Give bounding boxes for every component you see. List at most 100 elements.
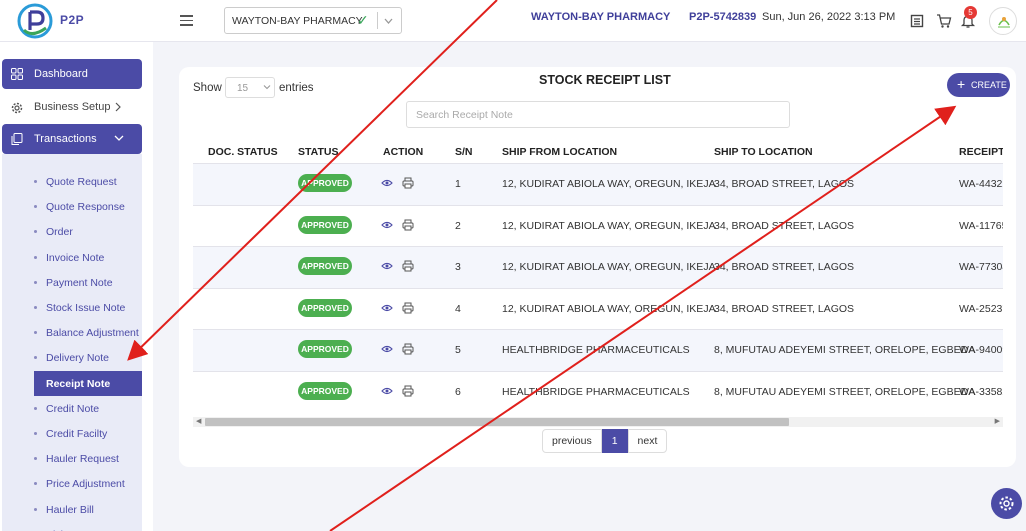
sidebar-item-order[interactable]: Order [2,219,142,244]
table-row[interactable]: APPROVED 6 HEALTHBRIDGE PHARMACEUTICALS 8, … [193,370,1003,413]
print-icon[interactable] [402,177,414,189]
sidebar-item-label: Business Setup [34,101,111,113]
sidebar-item-quote-response[interactable]: Quote Response [2,194,142,219]
table-row[interactable]: APPROVED 4 12, KUDIRAT ABIOLA WAY, OREGUN,… [193,287,1003,330]
sidebar-item-price-adjustment[interactable]: Price Adjustment [2,471,142,496]
column-header[interactable]: STATUS [298,146,338,158]
entries-label: entries [279,82,314,94]
sn-cell: 2 [455,219,461,232]
receipt-number-cell: WA-77304 [959,261,1003,273]
eye-icon[interactable] [381,302,393,314]
stock-receipt-card: Show 15 entries STOCK RECEIPT LIST + CRE… [179,67,1016,467]
sn-cell: 6 [455,385,461,398]
print-icon[interactable] [402,219,414,231]
account-code: P2P-5742839 [689,11,757,23]
sidebar-item-label: Credit Facilty [46,428,108,440]
gear-icon [999,496,1014,511]
table-row[interactable]: APPROVED 3 12, KUDIRAT ABIOLA WAY, OREGUN,… [193,246,1003,288]
sidebar-item-label: Transactions [34,133,97,145]
cart-icon[interactable] [936,13,952,29]
print-icon[interactable] [402,343,414,355]
ship-from-cell: 12, KUDIRAT ABIOLA WAY, OREGUN, IKEJA [502,302,716,315]
sidebar-item-balance-adjustment[interactable]: Balance Adjustment [2,320,142,345]
sn-cell: 5 [455,344,461,356]
ship-to-cell: 8, MUFUTAU ADEYEMI STREET, ORELOPE, EGBE… [714,385,976,398]
sidebar-item-business-setup[interactable]: Business Setup [2,92,142,122]
horizontal-scrollbar[interactable]: ◀ ▶ [193,417,1003,427]
sn-cell: 3 [455,261,461,273]
pharmacy-name: WAYTON-BAY PHARMACY [531,11,671,23]
sidebar-item-stock-issue-note[interactable]: Stock Issue Note [2,295,142,320]
chevron-right-icon [115,102,121,112]
bullet-icon [34,306,37,309]
eye-icon[interactable] [381,177,393,189]
sidebar-item-quote-request[interactable]: Quote Request [2,169,142,194]
scrollbar-thumb[interactable] [205,418,789,426]
receipt-number-cell: WA-33582 [959,385,1003,398]
sidebar-item-dashboard[interactable]: Dashboard [2,59,142,89]
print-icon[interactable] [402,302,414,314]
ship-to-cell: 8, MUFUTAU ADEYEMI STREET, ORELOPE, EGBE… [714,344,976,356]
entries-length-select[interactable]: 15 [225,77,275,98]
sidebar-item-hauler-bill[interactable]: Hauler Bill [2,497,142,522]
sidebar-item-hauler-request[interactable]: Hauler Request [2,446,142,471]
status-badge: APPROVED [298,298,352,317]
table-row[interactable]: APPROVED 5 HEALTHBRIDGE PHARMACEUTICALS 8, … [193,329,1003,371]
create-button-label: CREATE [971,80,1007,90]
bullet-icon [34,356,37,360]
search-input[interactable] [406,101,790,128]
column-header[interactable]: SHIP FROM LOCATION [502,146,617,158]
select-separator [377,12,378,29]
column-header[interactable]: ACTION [383,146,423,158]
avatar[interactable] [989,7,1017,35]
print-icon[interactable] [402,385,414,397]
chevron-down-icon[interactable] [383,16,394,26]
column-header[interactable]: RECEIPT N [959,146,1003,158]
eye-icon[interactable] [381,219,393,231]
sidebar-item-payment-note[interactable]: Payment Note [2,270,142,295]
sidebar-item-label: Quote Response [46,201,125,214]
sidebar-item-receipt-note[interactable]: Receipt Note [34,370,142,396]
sidebar-item-transactions[interactable]: Transactions [2,124,142,154]
receipt-number-cell: WA-25237 [959,302,1003,315]
scroll-left-icon[interactable]: ◀ [196,417,201,425]
sidebar-item-invoice-note[interactable]: Invoice Note [2,245,142,270]
bullet-icon [34,180,37,183]
document-list-icon[interactable] [909,13,925,29]
table-row[interactable]: APPROVED 2 12, KUDIRAT ABIOLA WAY, OREGUN,… [193,204,1003,247]
scroll-right-icon[interactable]: ▶ [995,417,1000,425]
page-1-button[interactable]: 1 [601,429,628,453]
bullet-icon [34,280,37,284]
next-page-button[interactable]: next [627,429,668,453]
sidebar: Dashboard Business Setup Transactions Qu… [0,42,153,531]
sidebar-item-delivery-note[interactable]: Delivery Note [2,345,142,370]
eye-icon[interactable] [381,385,393,397]
table-row[interactable]: APPROVED 1 12, KUDIRAT ABIOLA WAY, OREGUN,… [193,163,1003,205]
page-title: STOCK RECEIPT LIST [539,73,671,87]
chevron-down-icon [263,85,271,90]
column-header[interactable]: SHIP TO LOCATION [714,146,813,158]
header-datetime: Sun, Jun 26, 2022 3:13 PM [762,11,896,23]
pharmacy-select[interactable]: WAYTON-BAY PHARMACY ✓ [224,7,402,34]
eye-icon[interactable] [381,343,393,355]
sidebar-item-label: Dashboard [34,68,88,80]
create-button[interactable]: + CREATE [947,73,1010,97]
sidebar-item-label: Credit Note [46,402,100,415]
ship-to-cell: 34, BROAD STREET, LAGOS [714,219,855,232]
menu-toggle-icon[interactable] [180,15,193,26]
gear-icon [11,102,23,114]
previous-page-button[interactable]: previous [542,429,602,453]
p2p-logo-icon[interactable] [16,2,54,40]
settings-fab[interactable] [991,488,1022,519]
sidebar-item-label: Receipt Note [46,377,111,390]
sidebar-item-pick-up[interactable]: Pick Up [2,522,142,531]
eye-icon[interactable] [381,260,393,272]
column-header[interactable]: DOC. STATUS [208,146,278,158]
print-icon[interactable] [402,260,414,272]
column-header[interactable]: S/N [455,146,473,158]
sidebar-item-label: Payment Note [46,276,113,289]
sn-cell: 4 [455,302,461,315]
sidebar-item-credit-facilty[interactable]: Credit Facilty [2,421,142,446]
pagination: previous 1 next [542,429,668,453]
sidebar-item-credit-note[interactable]: Credit Note [2,396,142,421]
